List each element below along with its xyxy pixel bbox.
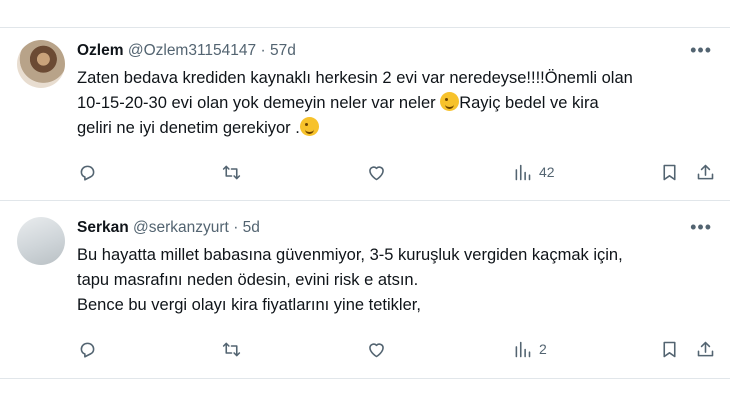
divider <box>0 200 730 201</box>
avatar[interactable] <box>17 40 65 88</box>
views-icon <box>515 341 531 357</box>
views-count: 42 <box>539 164 555 180</box>
user-handle[interactable]: @Ozlem31154147 <box>128 42 256 59</box>
retweet-icon <box>222 165 241 179</box>
more-icon[interactable]: ••• <box>690 217 712 238</box>
separator-dot: · <box>260 42 266 59</box>
reply-icon <box>80 165 95 181</box>
tweet-text-line: Zaten bedava krediden kaynaklı herkesin … <box>77 69 633 87</box>
views-button[interactable]: 42 <box>512 160 555 184</box>
timestamp[interactable]: 5d <box>243 219 260 236</box>
bookmark-button[interactable] <box>659 337 680 361</box>
avatar[interactable] <box>17 217 65 265</box>
tweet-text: Bu hayatta millet babasına güvenmiyor, 3… <box>77 243 717 318</box>
divider <box>0 378 730 379</box>
bookmark-icon <box>663 341 676 357</box>
timestamp[interactable]: 57d <box>270 42 296 59</box>
action-bar: 42 <box>77 160 717 184</box>
display-name[interactable]: Ozlem <box>77 42 124 59</box>
tweet-text-segment: geliri ne iyi denetim gerekiyor . <box>77 119 300 137</box>
like-button[interactable] <box>366 337 387 361</box>
separator-dot: · <box>233 219 239 236</box>
action-bar: 2 <box>77 337 717 361</box>
retweet-icon <box>222 342 241 356</box>
like-icon <box>369 165 384 180</box>
share-icon <box>697 164 714 179</box>
tweet-header: Serkan @serkanzyurt · 5d <box>77 218 260 238</box>
retweet-button[interactable] <box>221 337 242 361</box>
tweet[interactable]: Serkan @serkanzyurt · 5d ••• Bu hayatta … <box>0 205 730 375</box>
tweet[interactable]: Ozlem @Ozlem31154147 · 57d ••• Zaten bed… <box>0 28 730 198</box>
share-button[interactable] <box>695 160 716 184</box>
tweet-text-line: tapu masrafını neden ödesin, evini risk … <box>77 271 419 289</box>
views-icon <box>515 164 531 180</box>
views-button[interactable]: 2 <box>512 337 547 361</box>
thinking-face-emoji-icon <box>299 117 319 136</box>
share-icon <box>697 341 714 356</box>
retweet-button[interactable] <box>221 160 242 184</box>
share-button[interactable] <box>695 337 716 361</box>
tweet-text-segment: Rayiç bedel ve kira <box>459 94 599 112</box>
like-icon <box>369 342 384 357</box>
reply-button[interactable] <box>77 160 98 184</box>
like-button[interactable] <box>366 160 387 184</box>
tweet-text-segment: 10-15-20-30 evi olan yok demeyin neler v… <box>77 94 436 112</box>
tweet-text-line: geliri ne iyi denetim gerekiyor . <box>77 116 717 141</box>
reply-icon <box>80 342 95 358</box>
tweet-header: Ozlem @Ozlem31154147 · 57d <box>77 41 296 61</box>
display-name[interactable]: Serkan <box>77 219 129 236</box>
reply-button[interactable] <box>77 337 98 361</box>
bookmark-button[interactable] <box>659 160 680 184</box>
winking-face-emoji-icon <box>440 92 460 111</box>
user-handle[interactable]: @serkanzyurt <box>133 219 229 236</box>
tweet-text: Zaten bedava krediden kaynaklı herkesin … <box>77 66 717 141</box>
more-icon[interactable]: ••• <box>690 40 712 61</box>
views-count: 2 <box>539 341 547 357</box>
bookmark-icon <box>663 164 676 180</box>
tweet-text-line: Bence bu vergi olayı kira fiyatlarını yi… <box>77 296 421 314</box>
tweet-text-line: Bu hayatta millet babasına güvenmiyor, 3… <box>77 246 623 264</box>
tweet-text-line: 10-15-20-30 evi olan yok demeyin neler v… <box>77 91 717 116</box>
